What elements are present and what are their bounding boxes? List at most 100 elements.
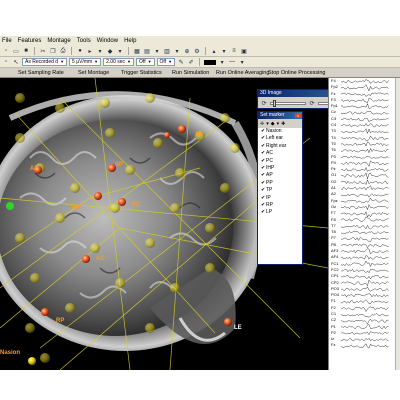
settings-icon[interactable]: ⚙ bbox=[193, 47, 201, 55]
set-montage-button[interactable]: Set Montage bbox=[78, 68, 109, 78]
scale-up-icon[interactable]: ▴ bbox=[210, 47, 218, 55]
line-style-icon[interactable]: — bbox=[228, 58, 236, 66]
eeg-trace bbox=[341, 110, 389, 115]
dropdown-icon[interactable]: ▾ bbox=[116, 47, 124, 55]
list-item[interactable]: ✔PC bbox=[261, 158, 302, 165]
list-item[interactable]: ✔IHP bbox=[261, 165, 302, 172]
toolbar-separator bbox=[199, 58, 201, 66]
rotate-icon[interactable]: ⟳ bbox=[308, 99, 316, 107]
le-marker[interactable] bbox=[224, 318, 232, 326]
eeg-trace bbox=[341, 197, 389, 203]
list-item[interactable]: ✔AC bbox=[261, 150, 302, 157]
list-item[interactable]: ✔RP bbox=[261, 202, 302, 209]
brush-icon[interactable]: ✎ bbox=[177, 58, 185, 66]
zoom-icon[interactable]: ⊕ bbox=[183, 47, 191, 55]
montage-select[interactable]: As Recorded d ▼ bbox=[22, 58, 68, 66]
marker-label: IP bbox=[196, 132, 202, 138]
sensitivity-select[interactable]: 5 µV/mm ▼ bbox=[69, 58, 102, 66]
marker-label: RP bbox=[56, 318, 65, 324]
record-icon[interactable]: ● bbox=[76, 47, 84, 55]
menu-file[interactable]: File bbox=[2, 36, 12, 46]
play-icon[interactable]: ▸ bbox=[86, 47, 94, 55]
cut-icon[interactable]: ✂ bbox=[39, 47, 47, 55]
eeg-trace bbox=[341, 172, 389, 180]
dropdown-icon[interactable]: ▾ bbox=[153, 47, 161, 55]
copy-icon[interactable]: ❐ bbox=[49, 47, 57, 55]
menu-window[interactable]: Window bbox=[97, 36, 118, 46]
dropdown-icon[interactable]: ▾ bbox=[277, 121, 280, 127]
run-simulation-button[interactable]: Run Simulation bbox=[172, 68, 209, 78]
dropdown-icon[interactable]: ▾ bbox=[266, 121, 269, 127]
edit-icon[interactable]: ✐ bbox=[187, 58, 195, 66]
ihp-marker[interactable] bbox=[94, 192, 102, 200]
eeg-trace bbox=[341, 260, 389, 268]
opacity-slider[interactable] bbox=[270, 99, 306, 107]
eeg-trace bbox=[341, 167, 389, 172]
menu-tools[interactable]: Tools bbox=[77, 36, 91, 46]
print-icon[interactable]: ⎙ bbox=[59, 47, 67, 55]
timebase-select[interactable]: 2.00 sec ▼ bbox=[103, 58, 134, 66]
ip-marker[interactable] bbox=[178, 125, 186, 133]
layout-icon[interactable]: ▣ bbox=[240, 47, 248, 55]
rp-marker[interactable] bbox=[41, 308, 49, 316]
dropdown-icon[interactable]: ▾ bbox=[96, 47, 104, 55]
eeg-trace bbox=[341, 204, 389, 211]
line-color-swatch[interactable] bbox=[204, 59, 217, 65]
display-mode-icon[interactable]: ▫ bbox=[2, 58, 10, 66]
stop-online-processing-button[interactable]: Stop Online Processing bbox=[268, 68, 325, 78]
open-folder-icon[interactable]: ▭ bbox=[12, 47, 20, 55]
list-item[interactable]: ✔LP bbox=[261, 209, 302, 216]
marker-dot[interactable] bbox=[164, 132, 170, 138]
scale-down-icon[interactable]: ▾ bbox=[220, 47, 228, 55]
dropdown-icon[interactable]: ▾ bbox=[238, 58, 246, 66]
pointer-icon[interactable]: ↖ bbox=[12, 58, 20, 66]
add-icon[interactable]: ✚ bbox=[281, 121, 285, 127]
dropdown-icon[interactable]: ▾ bbox=[173, 47, 181, 55]
dropdown-icon[interactable]: ▾ bbox=[218, 58, 226, 66]
list-item[interactable]: ✔Left ear bbox=[261, 135, 302, 142]
vertical-scrollbar[interactable] bbox=[395, 78, 400, 370]
set-marker-window: Set marker × ✛ ▾ ◆ ▾ ✚ ✔Nasion ✔Left ear… bbox=[257, 111, 303, 265]
eeg-trace bbox=[341, 293, 389, 298]
list-item[interactable]: ✔PP bbox=[261, 180, 302, 187]
eeg-trace bbox=[341, 135, 389, 142]
arrange-icon[interactable]: ≡ bbox=[230, 47, 238, 55]
menu-montage[interactable]: Montage bbox=[47, 36, 70, 46]
menu-features[interactable]: Features bbox=[18, 36, 42, 46]
save-icon[interactable]: ■ bbox=[22, 47, 30, 55]
pc-marker[interactable] bbox=[118, 198, 126, 206]
left-ear-marker[interactable] bbox=[6, 202, 14, 210]
marker-icon[interactable]: ◆ bbox=[271, 121, 275, 127]
rotate-icon[interactable]: ⟳ bbox=[260, 99, 268, 107]
eeg-trace-panel[interactable]: F4 Fp2 Fz F3 Fp1 Cz C3 C4 T3 T4 T5 T6 P3 P4 Pz O1 O2 A1 A2… bbox=[328, 78, 400, 370]
set-sampling-rate-button[interactable]: Set Sampling Rate bbox=[18, 68, 64, 78]
eeg-trace bbox=[341, 92, 389, 97]
close-icon[interactable]: × bbox=[295, 113, 301, 118]
chart-icon[interactable]: ▤ bbox=[143, 47, 151, 55]
list-item[interactable]: ✔IP bbox=[261, 195, 302, 202]
list-item[interactable]: ✔TP bbox=[261, 187, 302, 194]
list-item[interactable]: ✔Right ear bbox=[261, 143, 302, 150]
menu-help[interactable]: Help bbox=[124, 36, 136, 46]
filter-icon[interactable]: ▥ bbox=[163, 47, 171, 55]
eeg-trace bbox=[341, 313, 389, 318]
filter1-select[interactable]: Off ▼ bbox=[136, 58, 155, 66]
grid-icon[interactable]: ▦ bbox=[133, 47, 141, 55]
list-item[interactable]: ✔AP bbox=[261, 172, 302, 179]
main-toolbar: ▫ ▭ ■ ✂ ❐ ⎙ ● ▸ ▾ ◆ ▾ ▦ ▤ ▾ ▥ ▾ ⊕ ⚙ ▴ ▾ … bbox=[0, 46, 400, 57]
ac-marker[interactable] bbox=[82, 255, 90, 263]
marker-icon[interactable]: ◆ bbox=[106, 47, 114, 55]
trigger-statistics-button[interactable]: Trigger Statistics bbox=[121, 68, 162, 78]
application-window: File Features Montage Tools Window Help … bbox=[0, 36, 400, 370]
marker-list: ✔Nasion ✔Left ear ✔Right ear ✔AC ✔PC ✔IH… bbox=[258, 128, 302, 217]
nasion-marker[interactable] bbox=[28, 357, 36, 365]
new-file-icon[interactable]: ▫ bbox=[2, 47, 10, 55]
filter2-select[interactable]: Off ▼ bbox=[156, 58, 176, 66]
eeg-trace bbox=[341, 216, 389, 222]
crosshair-icon[interactable]: ✛ bbox=[260, 121, 264, 127]
set-marker-titlebar[interactable]: Set marker × bbox=[258, 112, 302, 119]
run-online-averaging-button[interactable]: Run Online Averaging bbox=[216, 68, 269, 78]
eeg-trace bbox=[341, 255, 389, 260]
list-item[interactable]: ✔Nasion bbox=[261, 128, 302, 135]
eeg-trace bbox=[341, 155, 389, 159]
